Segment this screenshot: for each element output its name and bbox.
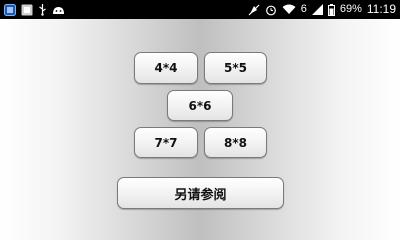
grid-4x4-button[interactable]: 4*4 (134, 52, 198, 84)
app-icon (21, 2, 33, 17)
gallery-icon (4, 2, 16, 17)
android-debug-icon (52, 2, 65, 17)
status-bar-left (4, 2, 65, 17)
status-bar-right: 6 69% 11:19 (248, 2, 396, 17)
grid-7x7-button[interactable]: 7*7 (134, 127, 198, 158)
mute-icon (248, 2, 260, 17)
wifi-icon (282, 2, 296, 17)
alarm-icon (265, 2, 277, 17)
battery-percent: 69% (339, 3, 362, 15)
clock: 11:19 (366, 2, 396, 16)
main-content: 4*4 5*5 6*6 7*7 8*8 另请参阅 (0, 19, 400, 240)
see-also-button[interactable]: 另请参阅 (117, 177, 284, 209)
grid-8x8-button[interactable]: 8*8 (204, 127, 267, 158)
grid-6x6-button[interactable]: 6*6 (167, 90, 233, 121)
status-bar: 6 69% 11:19 (0, 0, 400, 19)
battery-icon (327, 2, 335, 17)
usb-icon (38, 2, 47, 17)
signal-icon (311, 2, 323, 17)
grid-5x5-button[interactable]: 5*5 (204, 52, 267, 84)
signal-label: 6 (300, 3, 307, 15)
